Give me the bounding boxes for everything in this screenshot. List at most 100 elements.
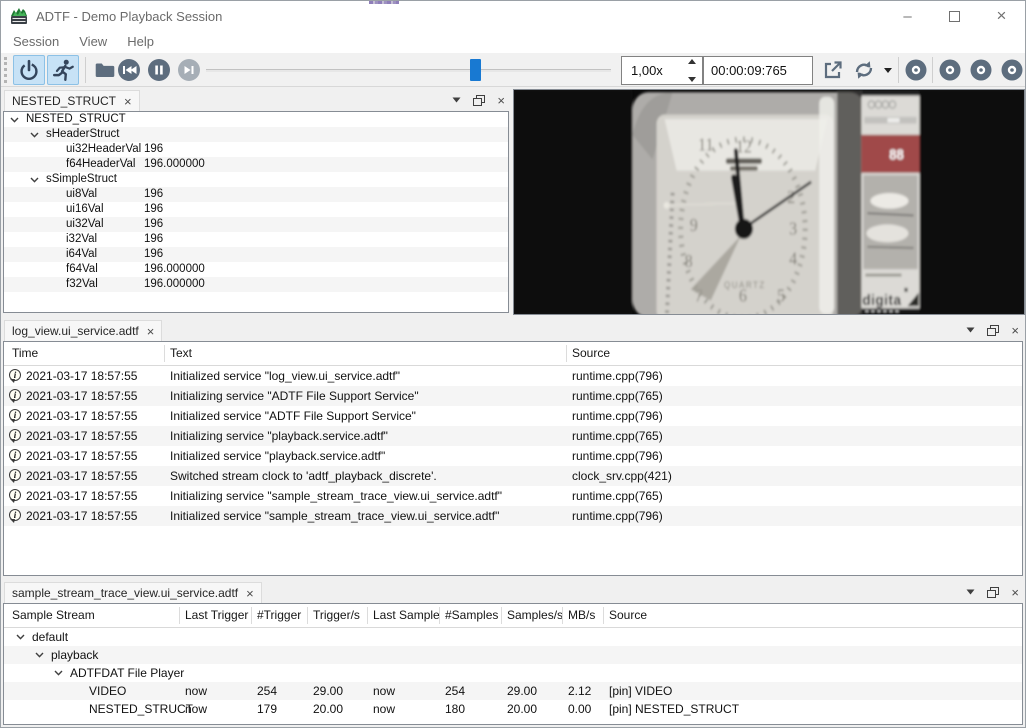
- detach-button[interactable]: [819, 55, 847, 85]
- seek-slider-track[interactable]: [206, 69, 611, 72]
- column-separator[interactable]: [562, 607, 563, 624]
- column-header-text[interactable]: Text: [170, 342, 192, 365]
- expander-chevron-icon[interactable]: [35, 652, 44, 658]
- minimize-button[interactable]: –: [884, 1, 931, 31]
- log-row[interactable]: i2021-03-17 18:57:55Initialized service …: [4, 406, 1022, 426]
- log-row[interactable]: i2021-03-17 18:57:55Switched stream cloc…: [4, 466, 1022, 486]
- panel-close-icon[interactable]: ×: [1011, 586, 1019, 599]
- column-separator[interactable]: [439, 607, 440, 624]
- seek-slider-handle[interactable]: [470, 59, 481, 81]
- panel-menu-icon[interactable]: [966, 589, 975, 595]
- trace-column-header[interactable]: Last Sample: [373, 604, 440, 627]
- menu-view[interactable]: View: [69, 31, 117, 53]
- log-row[interactable]: i2021-03-17 18:57:55Initialized service …: [4, 366, 1022, 386]
- log-text: Initialized service "sample_stream_trace…: [170, 506, 499, 526]
- trace-row[interactable]: default: [4, 628, 1022, 646]
- pause-button[interactable]: [143, 55, 175, 85]
- time-field[interactable]: 00:00:09:765: [703, 56, 813, 85]
- column-separator[interactable]: [603, 607, 604, 624]
- trace-column-header[interactable]: Last Trigger: [185, 604, 248, 627]
- repeat-button[interactable]: [847, 55, 881, 85]
- trace-column-header[interactable]: #Samples: [445, 604, 498, 627]
- expander-chevron-icon[interactable]: [30, 132, 39, 138]
- trace-column-header[interactable]: #Trigger: [257, 604, 301, 627]
- panel-close-icon[interactable]: ×: [1011, 324, 1019, 337]
- log-row[interactable]: i2021-03-17 18:57:55Initializing service…: [4, 486, 1022, 506]
- maximize-button[interactable]: [931, 1, 978, 31]
- trace-cell: 0.00: [568, 700, 591, 718]
- run-button[interactable]: [47, 55, 79, 85]
- trace-row[interactable]: NESTED_STRUCTnow17920.00now18020.000.00[…: [4, 700, 1022, 718]
- log-row[interactable]: i2021-03-17 18:57:55Initialized service …: [4, 506, 1022, 526]
- tree-row[interactable]: sSimpleStruct: [4, 172, 508, 187]
- tab-close-icon[interactable]: ×: [147, 325, 155, 338]
- marker-button-3[interactable]: [967, 55, 995, 85]
- tree-row[interactable]: ui8Val196: [4, 187, 508, 202]
- tree-row[interactable]: ui16Val196: [4, 202, 508, 217]
- skip-forward-button[interactable]: [173, 55, 205, 85]
- column-separator[interactable]: [501, 607, 502, 624]
- tree-row[interactable]: i64Val196: [4, 247, 508, 262]
- marker-button-2[interactable]: [936, 55, 964, 85]
- trace-row[interactable]: playback: [4, 646, 1022, 664]
- tab-close-icon[interactable]: ×: [246, 587, 254, 600]
- log-row[interactable]: i2021-03-17 18:57:55Initialized service …: [4, 446, 1022, 466]
- spin-down-icon[interactable]: [688, 77, 696, 82]
- video-panel: VIDEO × ×: [513, 89, 1025, 315]
- trace-column-header[interactable]: Samples/s: [507, 604, 563, 627]
- log-table: Time Text Source i2021-03-17 18:57:55Ini…: [3, 341, 1023, 576]
- spin-up-icon[interactable]: [688, 59, 696, 64]
- trace-row[interactable]: VIDEOnow25429.00now25429.002.12[pin] VID…: [4, 682, 1022, 700]
- adtf-logo-icon: [10, 7, 29, 26]
- nested-struct-panel: NESTED_STRUCT × × NESTED_STRUCTsHeaderSt…: [1, 89, 511, 315]
- tab-log-view[interactable]: log_view.ui_service.adtf ×: [4, 320, 162, 341]
- tab-nested-struct[interactable]: NESTED_STRUCT ×: [4, 90, 140, 111]
- tree-row[interactable]: sHeaderStruct: [4, 127, 508, 142]
- tree-row[interactable]: i32Val196: [4, 232, 508, 247]
- trace-column-header[interactable]: Source: [609, 604, 647, 627]
- column-separator[interactable]: [251, 607, 252, 624]
- marker-button-1[interactable]: [902, 55, 930, 85]
- trace-column-header[interactable]: Trigger/s: [313, 604, 360, 627]
- tree-row[interactable]: f64Val196.000000: [4, 262, 508, 277]
- tab-trace-view[interactable]: sample_stream_trace_view.ui_service.adtf…: [4, 582, 262, 603]
- power-button[interactable]: [13, 55, 45, 85]
- column-separator[interactable]: [164, 345, 165, 362]
- menu-session[interactable]: Session: [3, 31, 69, 53]
- trace-column-header[interactable]: MB/s: [568, 604, 595, 627]
- column-separator[interactable]: [307, 607, 308, 624]
- expander-chevron-icon[interactable]: [16, 634, 25, 640]
- column-separator[interactable]: [179, 607, 180, 624]
- expander-chevron-icon[interactable]: [54, 670, 63, 676]
- column-header-source[interactable]: Source: [572, 342, 610, 365]
- log-row[interactable]: i2021-03-17 18:57:55Initializing service…: [4, 386, 1022, 406]
- tab-close-icon[interactable]: ×: [124, 95, 132, 108]
- panel-float-icon[interactable]: [987, 587, 999, 598]
- expander-chevron-icon[interactable]: [30, 177, 39, 183]
- column-separator[interactable]: [367, 607, 368, 624]
- column-header-time[interactable]: Time: [12, 342, 38, 365]
- log-row[interactable]: i2021-03-17 18:57:55Initializing service…: [4, 426, 1022, 446]
- panel-float-icon[interactable]: [987, 325, 999, 336]
- toolbar-grip[interactable]: [4, 57, 7, 83]
- tree-item-label: NESTED_STRUCT: [26, 112, 126, 127]
- tree-row[interactable]: ui32Val196: [4, 217, 508, 232]
- skip-backward-button[interactable]: [113, 55, 145, 85]
- repeat-dropdown[interactable]: [881, 55, 895, 85]
- speed-spinbox[interactable]: 1,00x: [621, 56, 703, 85]
- marker-button-4[interactable]: [998, 55, 1026, 85]
- panel-menu-icon[interactable]: [966, 327, 975, 333]
- panel-close-icon[interactable]: ×: [497, 94, 505, 107]
- trace-row[interactable]: ADTFDAT File Player: [4, 664, 1022, 682]
- expander-chevron-icon[interactable]: [10, 117, 19, 123]
- panel-menu-icon[interactable]: [452, 97, 461, 103]
- tree-row[interactable]: f32Val196.000000: [4, 277, 508, 292]
- trace-column-header[interactable]: Sample Stream: [12, 604, 95, 627]
- close-button[interactable]: ×: [978, 1, 1025, 31]
- tree-row[interactable]: NESTED_STRUCT: [4, 112, 508, 127]
- column-separator[interactable]: [566, 345, 567, 362]
- tree-row[interactable]: f64HeaderVal196.000000: [4, 157, 508, 172]
- tree-row[interactable]: ui32HeaderVal196: [4, 142, 508, 157]
- menu-help[interactable]: Help: [117, 31, 164, 53]
- panel-float-icon[interactable]: [473, 95, 485, 106]
